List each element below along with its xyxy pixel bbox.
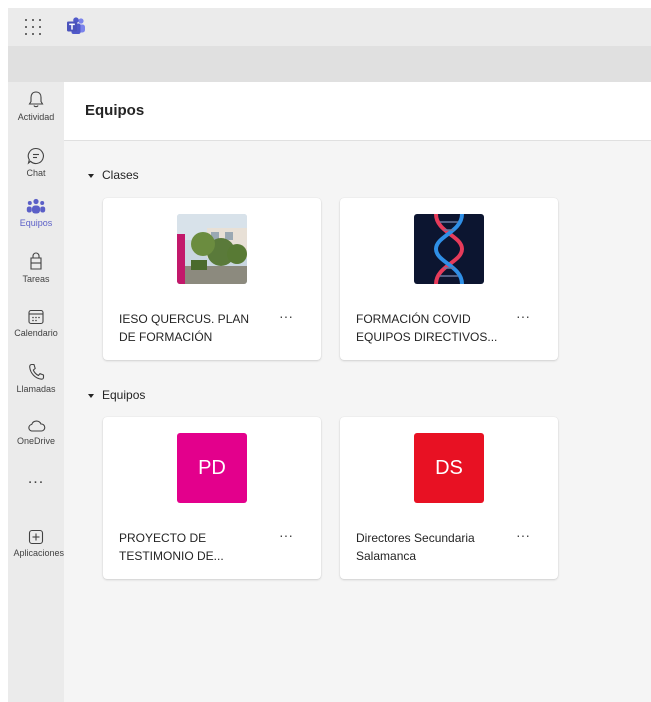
more-icon: ... <box>27 470 45 487</box>
app-rail: Actividad Chat Equipos Tareas Calendario… <box>8 82 64 702</box>
assignments-icon <box>30 252 42 270</box>
section-toggle-clases[interactable]: Clases <box>88 168 139 182</box>
team-thumbnail <box>177 214 247 284</box>
teams-logo-icon <box>66 17 86 40</box>
more-options-button[interactable]: ··· <box>279 527 293 543</box>
chat-icon <box>27 147 44 165</box>
team-initials-avatar: DS <box>414 433 484 503</box>
rail-label: OneDrive <box>16 436 55 446</box>
caret-down-icon <box>88 393 94 398</box>
rail-label: Actividad <box>17 112 55 122</box>
rail-item-llamadas[interactable]: Llamadas <box>8 362 64 394</box>
rail-label: Tareas <box>22 274 50 284</box>
teams-main-panel: Equipos Clases IESO QUERCUS. PLAN DE FOR… <box>64 82 651 702</box>
team-name: FORMACIÓN COVID EQUIPOS DIRECTIVOS... <box>356 312 498 344</box>
rail-label: Chat <box>26 168 46 178</box>
rail-more-button[interactable]: ... <box>8 470 64 488</box>
page-title: Equipos <box>85 102 145 119</box>
caret-down-icon <box>88 173 94 178</box>
rail-item-onedrive[interactable]: OneDrive <box>8 418 64 446</box>
phone-icon <box>29 363 45 380</box>
app-top-bar <box>8 8 651 46</box>
dna-image <box>414 214 484 284</box>
team-card[interactable]: DS Directores Secundaria Salamanca ··· <box>340 417 558 579</box>
team-thumbnail: PD <box>177 433 247 503</box>
rail-item-tareas[interactable]: Tareas <box>8 252 64 284</box>
cloud-icon <box>28 420 46 432</box>
team-name: Directores Secundaria Salamanca <box>356 531 475 563</box>
rail-label: Aplicaciones <box>13 548 64 558</box>
rail-label: Calendario <box>14 328 58 338</box>
team-card[interactable]: PD PROYECTO DE TESTIMONIO DE... ··· <box>103 417 321 579</box>
page-header: Equipos <box>64 82 651 141</box>
more-options-button[interactable]: ··· <box>516 527 530 543</box>
section-label: Clases <box>102 168 139 182</box>
rail-item-aplicaciones[interactable]: Aplicaciones <box>8 528 64 558</box>
section-label: Equipos <box>102 388 146 402</box>
more-options-button[interactable]: ··· <box>516 308 530 324</box>
rail-item-equipos[interactable]: Equipos <box>8 198 64 228</box>
add-app-icon <box>28 529 44 545</box>
more-options-button[interactable]: ··· <box>279 308 293 324</box>
rail-item-actividad[interactable]: Actividad <box>8 90 64 122</box>
rail-item-chat[interactable]: Chat <box>8 146 64 178</box>
app-launcher-icon[interactable] <box>24 18 42 36</box>
calendar-icon <box>28 309 44 325</box>
rail-label: Equipos <box>19 218 53 228</box>
team-card[interactable]: FORMACIÓN COVID EQUIPOS DIRECTIVOS... ··… <box>340 198 558 360</box>
rail-label: Llamadas <box>16 384 56 394</box>
bell-icon <box>28 91 44 108</box>
header-sub-bar <box>8 46 651 83</box>
team-name: PROYECTO DE TESTIMONIO DE... <box>119 531 224 563</box>
team-initials-avatar: PD <box>177 433 247 503</box>
section-toggle-equipos[interactable]: Equipos <box>88 388 145 402</box>
team-name: IESO QUERCUS. PLAN DE FORMACIÓN <box>119 312 250 344</box>
team-card[interactable]: IESO QUERCUS. PLAN DE FORMACIÓN ··· <box>103 198 321 360</box>
team-thumbnail <box>414 214 484 284</box>
teams-icon <box>26 198 46 214</box>
rail-item-calendario[interactable]: Calendario <box>8 308 64 338</box>
school-photo-image <box>177 214 247 284</box>
team-thumbnail: DS <box>414 433 484 503</box>
